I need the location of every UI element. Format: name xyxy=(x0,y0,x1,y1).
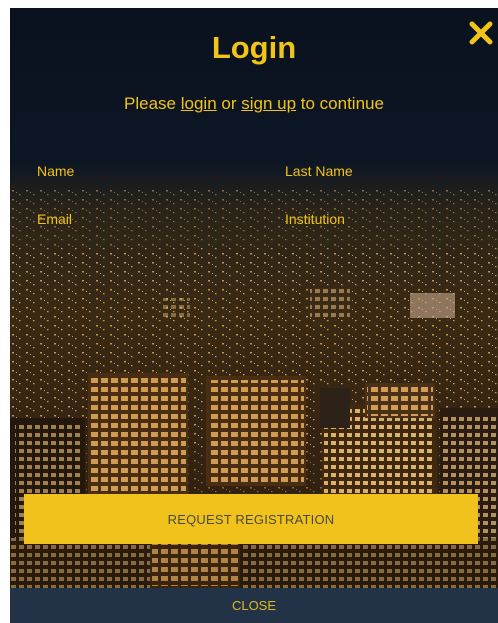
signup-link[interactable]: sign up xyxy=(241,94,296,113)
name-field-wrapper xyxy=(37,158,237,184)
login-link[interactable]: login xyxy=(181,94,217,113)
last-name-field-wrapper xyxy=(285,158,485,184)
login-subtitle: Please login or sign up to continue xyxy=(10,94,498,114)
institution-field-wrapper xyxy=(285,206,485,232)
last-name-field[interactable] xyxy=(285,158,485,184)
name-field[interactable] xyxy=(37,158,237,184)
close-button[interactable]: CLOSE xyxy=(10,588,498,623)
subtitle-prefix: Please xyxy=(124,94,181,113)
login-modal: Login Please login or sign up to continu… xyxy=(10,8,498,623)
institution-field[interactable] xyxy=(285,206,485,232)
email-field[interactable] xyxy=(37,206,237,232)
subtitle-suffix: to continue xyxy=(296,94,384,113)
page-title: Login xyxy=(211,30,297,65)
request-registration-button[interactable]: REQUEST REGISTRATION xyxy=(24,494,478,544)
email-field-wrapper xyxy=(37,206,237,232)
subtitle-middle: or xyxy=(216,94,242,113)
